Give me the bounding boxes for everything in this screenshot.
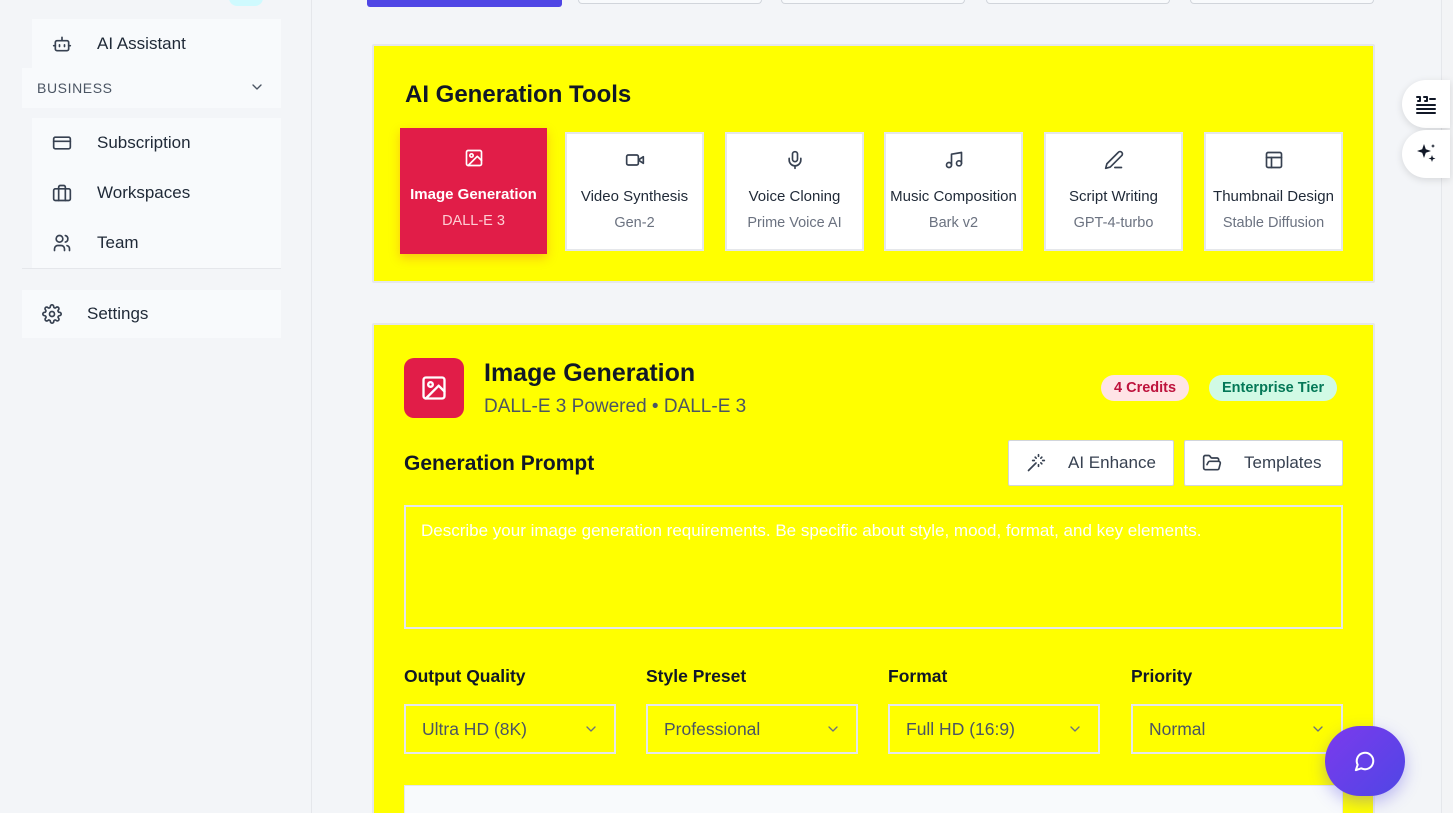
- ai-sparkle-button[interactable]: [1402, 130, 1450, 178]
- sidebar-item-label: Subscription: [97, 133, 191, 152]
- style-preset-label: Style Preset: [646, 666, 747, 686]
- sidebar-item-workspaces[interactable]: Workspaces: [32, 168, 281, 218]
- ai-tools-card: AI Generation Tools Image Generation DAL…: [372, 44, 1375, 283]
- format-label: Format: [888, 666, 948, 686]
- tool-model: Bark v2: [928, 215, 979, 231]
- tool-model: Stable Diffusion: [1222, 215, 1325, 231]
- tool-model: Gen-2: [614, 215, 655, 231]
- tool-model: DALL-E 3: [442, 213, 505, 229]
- tool-video-synthesis[interactable]: Video Synthesis Gen-2: [565, 132, 704, 251]
- output-quality-select[interactable]: Ultra HD (8K): [404, 704, 616, 754]
- tab-strip: [367, 0, 1387, 7]
- priority-select[interactable]: Normal: [1131, 704, 1343, 754]
- prompt-textarea[interactable]: [404, 505, 1343, 629]
- tool-image-generation[interactable]: Image Generation DALL-E 3: [400, 128, 547, 254]
- sidebar-divider: [22, 268, 281, 269]
- folder-open-icon: [1202, 453, 1244, 473]
- templates-button[interactable]: Templates: [1184, 440, 1343, 486]
- chevron-down-icon: [1067, 721, 1083, 737]
- quote-list-icon: [1414, 92, 1438, 116]
- sidebar-item-partial[interactable]: [32, 0, 281, 6]
- sidebar-item-ai-assistant[interactable]: AI Assistant: [32, 19, 281, 69]
- briefcase-icon: [52, 183, 72, 203]
- users-icon: [52, 233, 72, 253]
- tab-active-indicator[interactable]: [367, 0, 562, 7]
- credits-badge: 4 Credits: [1101, 375, 1190, 401]
- format-select[interactable]: Full HD (16:9): [888, 704, 1100, 754]
- tool-name: Thumbnail Design: [1213, 188, 1334, 205]
- sidebar-item-label: Settings: [87, 304, 149, 323]
- music-icon: [944, 150, 964, 170]
- tool-music-composition[interactable]: Music Composition Bark v2: [884, 132, 1023, 251]
- chevron-down-icon: [825, 721, 841, 737]
- chevron-down-icon: [583, 721, 599, 737]
- layout-icon: [1264, 150, 1284, 170]
- sidebar-item-settings[interactable]: Settings: [22, 290, 281, 338]
- tool-model: Prime Voice AI: [747, 215, 842, 231]
- magic-wand-icon: [1026, 453, 1068, 473]
- sidebar-item-label: Team: [97, 233, 139, 252]
- select-value: Full HD (16:9): [906, 718, 1015, 739]
- ai-enhance-button[interactable]: AI Enhance: [1008, 440, 1174, 486]
- tool-thumbnail-design[interactable]: Thumbnail Design Stable Diffusion: [1204, 132, 1343, 251]
- tab-item[interactable]: [781, 0, 965, 4]
- output-quality-label: Output Quality: [404, 666, 526, 686]
- tool-name: Script Writing: [1069, 188, 1158, 205]
- image-icon: [464, 148, 484, 168]
- bot-icon: [52, 34, 72, 54]
- credit-card-icon: [52, 133, 72, 153]
- tool-name: Video Synthesis: [580, 188, 689, 205]
- sidebar-item-label: Workspaces: [97, 183, 191, 202]
- ai-enhance-label: AI Enhance: [1068, 453, 1156, 472]
- tool-name: Image Generation: [410, 186, 537, 203]
- chat-fab-button[interactable]: [1325, 726, 1405, 796]
- tab-item[interactable]: [986, 0, 1170, 4]
- quote-button[interactable]: [1402, 80, 1450, 128]
- message-circle-icon: [1354, 750, 1376, 772]
- microphone-icon: [785, 150, 805, 170]
- pencil-icon: [1104, 150, 1124, 170]
- generator-title: Image Generation: [484, 359, 696, 387]
- tab-item[interactable]: [578, 0, 762, 4]
- tools-title: AI Generation Tools: [405, 81, 632, 108]
- sidebar: AI Assistant BUSINESS Subscription Works…: [0, 0, 312, 813]
- select-value: Ultra HD (8K): [422, 718, 528, 739]
- generator-subtitle: DALL-E 3 Powered • DALL-E 3: [484, 396, 747, 417]
- templates-label: Templates: [1244, 453, 1322, 472]
- tool-script-writing[interactable]: Script Writing GPT-4-turbo: [1044, 132, 1183, 251]
- select-value: Professional: [664, 718, 761, 739]
- gear-icon: [42, 304, 62, 324]
- tab-item[interactable]: [1190, 0, 1374, 4]
- style-preset-select[interactable]: Professional: [646, 704, 858, 754]
- image-icon: [404, 358, 464, 418]
- select-value: Normal: [1149, 718, 1206, 739]
- tool-voice-cloning[interactable]: Voice Cloning Prime Voice AI: [725, 132, 864, 251]
- sidebar-item-team[interactable]: Team: [32, 218, 281, 268]
- chevron-down-icon: [1310, 721, 1326, 737]
- tool-name: Voice Cloning: [748, 188, 841, 205]
- tool-name: Music Composition: [890, 188, 1017, 205]
- tool-model: GPT-4-turbo: [1073, 215, 1154, 231]
- sidebar-item-label: AI Assistant: [97, 34, 186, 53]
- secondary-input-box[interactable]: [404, 785, 1343, 813]
- prompt-label: Generation Prompt: [404, 452, 595, 475]
- sidebar-item-subscription[interactable]: Subscription: [32, 118, 281, 168]
- chevron-down-icon: [249, 79, 265, 98]
- section-label: BUSINESS: [37, 80, 113, 96]
- video-icon: [625, 150, 645, 170]
- image-generation-card: Image Generation DALL-E 3 Powered • DALL…: [372, 323, 1375, 813]
- sidebar-section-business[interactable]: BUSINESS: [22, 68, 281, 108]
- sparkles-icon: [1414, 142, 1438, 166]
- priority-label: Priority: [1131, 666, 1193, 686]
- new-badge: [229, 0, 263, 6]
- tier-badge: Enterprise Tier: [1209, 375, 1338, 401]
